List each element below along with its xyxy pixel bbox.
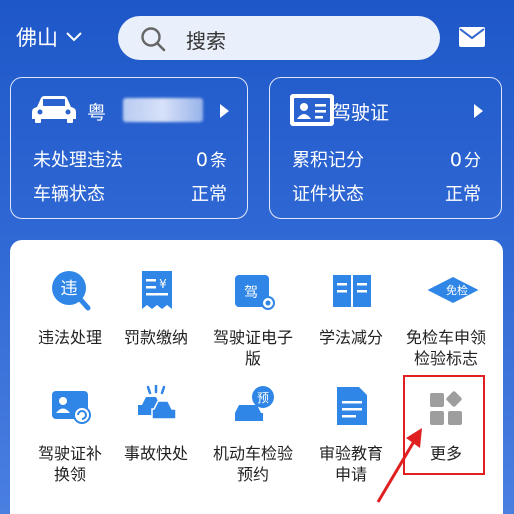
city-label: 佛山: [16, 26, 58, 50]
license-title: 驾驶证: [332, 102, 390, 124]
fine-receipt-icon: ¥: [142, 271, 172, 309]
license-row-points: 累积记分 0分: [292, 146, 481, 172]
service-label: 免检车申领检验标志: [405, 328, 486, 368]
license-renew-icon: [52, 391, 91, 424]
vehicle-card[interactable]: 粤 未处理违法 0条 车辆状态 正常: [10, 77, 248, 219]
service-label: 罚款缴纳: [123, 328, 188, 347]
service-accident[interactable]: 事故快处: [108, 385, 204, 485]
service-label: 驾驶证补换领: [37, 444, 102, 484]
row-value: 正常: [191, 184, 227, 205]
service-e-license[interactable]: 驾 驾驶证电子版: [205, 269, 301, 369]
svg-text:免检: 免检: [446, 283, 468, 297]
search-placeholder: 搜索: [186, 29, 226, 53]
inspection-exempt-icon: 免检: [427, 277, 478, 303]
vehicle-row-violations: 未处理违法 0条: [33, 146, 227, 172]
service-label: 驾驶证电子版: [212, 328, 293, 368]
vehicle-row-status: 车辆状态 正常: [33, 180, 227, 206]
service-label: 违法处理: [37, 328, 102, 347]
id-card-icon: [290, 94, 334, 126]
row-label: 累积记分: [292, 150, 364, 171]
service-label: 学法减分: [318, 328, 383, 347]
service-fine-payment[interactable]: ¥ 罚款缴纳: [108, 269, 204, 369]
svg-text:违: 违: [61, 279, 78, 299]
service-label: 机动车检验预约: [212, 444, 293, 484]
row-label: 未处理违法: [33, 150, 123, 171]
row-value: 正常: [445, 184, 481, 205]
service-license-renew[interactable]: 驾驶证补换领: [22, 385, 118, 485]
service-violation[interactable]: 违 违法处理: [22, 269, 118, 369]
search-icon: [141, 27, 166, 52]
row-value: 0分: [449, 149, 481, 171]
inspection-booking-icon: 预: [235, 386, 274, 421]
mail-icon[interactable]: [459, 27, 485, 47]
svg-text:预: 预: [257, 391, 269, 405]
license-card-header[interactable]: 驾驶证: [270, 78, 501, 142]
service-inspection-booking[interactable]: 预 机动车检验预约: [205, 385, 301, 485]
chevron-down-icon: [66, 32, 82, 42]
svg-text:驾: 驾: [244, 285, 258, 301]
e-license-icon: 驾: [235, 275, 275, 310]
accident-icon: [138, 385, 177, 420]
row-label: 车辆状态: [33, 184, 105, 205]
search-bar[interactable]: 搜索: [118, 16, 440, 60]
city-selector[interactable]: 佛山: [16, 22, 82, 52]
plate-number-blurred: [123, 98, 203, 122]
row-value: 0条: [195, 149, 227, 171]
caret-right-icon: [474, 104, 483, 118]
license-row-status: 证件状态 正常: [292, 180, 481, 206]
document-icon: [337, 387, 367, 425]
plate-prefix: 粤: [87, 102, 107, 124]
caret-right-icon: [220, 104, 229, 118]
svg-text:¥: ¥: [159, 277, 167, 291]
book-icon: [333, 275, 371, 307]
service-study-reduce-points[interactable]: 学法减分: [303, 269, 399, 369]
row-label: 证件状态: [292, 184, 364, 205]
service-label: 事故快处: [123, 444, 188, 463]
top-bar: 佛山 搜索: [0, 0, 514, 76]
red-pointer-arrow-icon: [376, 428, 422, 503]
vehicle-card-header[interactable]: 粤: [11, 78, 247, 142]
service-inspection-exempt[interactable]: 免检 免检车申领检验标志: [398, 269, 494, 369]
violation-icon: 违: [52, 271, 91, 311]
car-icon: [32, 96, 76, 123]
license-card[interactable]: 驾驶证 累积记分 0分 证件状态 正常: [269, 77, 502, 219]
